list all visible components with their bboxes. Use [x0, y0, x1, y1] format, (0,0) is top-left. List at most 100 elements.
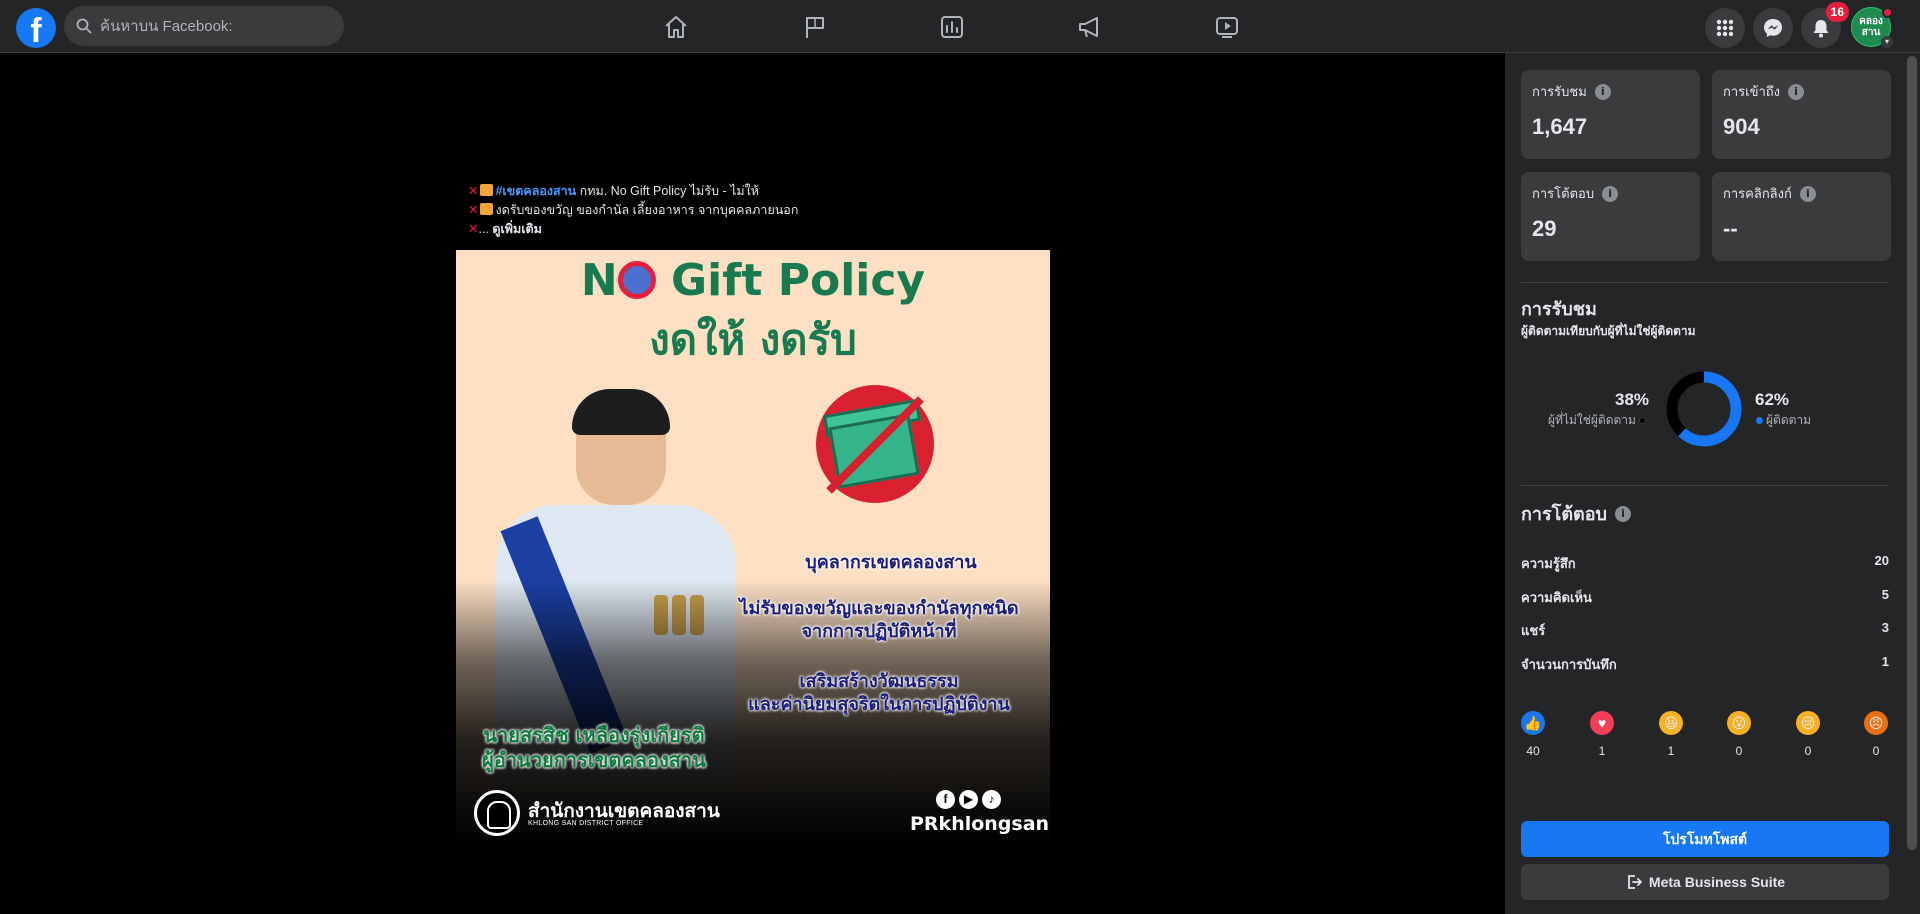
nav-insights[interactable] [896, 0, 1008, 53]
haha-icon: 😆 [1659, 711, 1683, 735]
flag-icon [806, 16, 824, 38]
info-icon[interactable]: i [1788, 83, 1805, 100]
caption-text-2: งดรับของขวัญ ของกำนัล เลี้ยงอาหาร จากบุค… [495, 203, 799, 217]
nav-video[interactable] [1171, 0, 1283, 53]
home-icon [665, 15, 687, 38]
no-gift-icon [617, 261, 656, 299]
engagement-row: ความรู้สึก 20 [1521, 553, 1889, 571]
nav-ads[interactable] [1034, 0, 1146, 53]
engagement-row: จำนวนการบันทึก 1 [1521, 654, 1889, 672]
video-icon [1216, 16, 1238, 38]
insights-icon [941, 15, 963, 38]
promote-post-button[interactable]: โปรโมทโพสต์ [1521, 821, 1889, 857]
reaction-haha: 😆 1 [1656, 711, 1686, 758]
cross-mark-icon: ✕ [468, 184, 479, 198]
stat-card-views: การรับชม i 1,647 [1521, 70, 1700, 159]
facebook-icon: f [936, 790, 955, 809]
youtube-icon: ▶ [959, 790, 978, 809]
engagement-row: ความคิดเห็น 5 [1521, 587, 1889, 605]
stat-card-engagement: การโต้ตอบ i 29 [1521, 172, 1700, 261]
facebook-logo[interactable]: f [16, 8, 56, 48]
gift-icon [480, 184, 494, 196]
legend-dot-black [1638, 417, 1646, 424]
stat-label: การคลิกลิงก์ [1723, 186, 1792, 201]
divider [1521, 485, 1889, 486]
chevron-down-icon[interactable]: ▾ [1881, 36, 1893, 48]
stat-card-reach: การเข้าถึง i 904 [1712, 70, 1891, 159]
social-icons: f ▶ ♪ [936, 790, 1001, 809]
gift-icon [480, 203, 494, 215]
pr-handle: PRkhlongsan [910, 813, 1050, 835]
donut-svg [1666, 371, 1742, 447]
messenger-button[interactable] [1753, 8, 1793, 48]
stat-value: 1,647 [1532, 114, 1588, 139]
stat-value: 904 [1723, 114, 1760, 139]
info-icon[interactable]: i [1799, 185, 1816, 202]
caption-line-3: ✕... ดูเพิ่มเติม [468, 220, 798, 239]
menu-grid-icon [1716, 19, 1734, 37]
poster-line-2: ไม่รับของขวัญและของกำนัลทุกชนิด จากการปฏิ… [739, 598, 1019, 642]
followers-legend: ผู้ติดตาม [1753, 411, 1811, 430]
messenger-icon [1764, 19, 1782, 37]
nav-pages[interactable] [759, 0, 871, 53]
notifications-button[interactable]: 16 [1801, 2, 1849, 48]
non-followers-legend: ผู้ที่ไม่ใช่ผู้ติดตาม [1548, 411, 1649, 430]
wow-icon: 😮 [1727, 711, 1751, 735]
followers-donut-chart [1666, 371, 1742, 447]
reaction-like: 👍 40 [1518, 711, 1548, 758]
office-name-en: KHLONG SAN DISTRICT OFFICE [528, 820, 644, 827]
caption-line-2: ✕ งดรับของขวัญ ของกำนัล เลี้ยงอาหาร จากบุ… [468, 201, 798, 220]
district-seal-icon [474, 790, 520, 836]
stat-value: 29 [1532, 216, 1557, 241]
poster-title: N Gift Policy [456, 256, 1050, 306]
love-icon: ♥ [1590, 711, 1614, 735]
search-box[interactable] [64, 6, 344, 46]
info-icon[interactable]: i [1594, 83, 1611, 100]
poster-line-1: บุคลากรเขตคลองสาน [805, 552, 977, 573]
legend-dot-blue [1756, 417, 1763, 424]
stat-card-link-clicks: การคลิกลิงก์ i -- [1712, 172, 1891, 261]
info-icon[interactable]: i [1614, 505, 1631, 522]
stat-label: การโต้ตอบ [1532, 186, 1595, 201]
search-icon [76, 18, 92, 34]
views-section-title: การรับชม [1521, 299, 1597, 319]
top-navigation-bar: f 16 คลอง สาน ▾ [0, 0, 1920, 53]
poster-title-n: N [580, 255, 618, 306]
external-link-icon [1628, 875, 1642, 889]
see-more-link[interactable]: ดูเพิ่มเติม [492, 222, 542, 236]
reaction-sad: 😢 0 [1793, 711, 1823, 758]
official-name: นายสรสิช เหลืองรุ่งเกียรติ ผู้อำนวยการเขต… [482, 723, 706, 772]
nav-home[interactable] [620, 0, 732, 53]
divider [1521, 282, 1889, 283]
cross-mark-icon: ✕ [468, 203, 479, 217]
cross-mark-icon: ✕ [468, 222, 479, 236]
post-image[interactable]: N Gift Policy งดให้ งดรับ บุคลากรเขตคลอง… [456, 250, 1050, 844]
sad-icon: 😢 [1796, 711, 1820, 735]
meta-business-suite-label: Meta Business Suite [1648, 874, 1786, 890]
like-icon: 👍 [1521, 711, 1545, 735]
followers-percent: 62% [1755, 390, 1790, 409]
reaction-love: ♥ 1 [1587, 711, 1617, 758]
stat-label: การรับชม [1532, 84, 1587, 99]
views-section-subtitle: ผู้ติดตามเทียบกับผู้ที่ไม่ใช่ผู้ติดตาม [1521, 324, 1696, 338]
meta-business-suite-button[interactable]: Meta Business Suite [1521, 864, 1889, 900]
reaction-angry: 😠 0 [1861, 711, 1891, 758]
hashtag-link[interactable]: #เขตคลองสาน [495, 184, 576, 198]
non-followers-percent: 38% [1615, 390, 1650, 409]
profile-label: คลอง สาน [1859, 16, 1883, 38]
poster-title-rest: Gift Policy [655, 255, 926, 306]
info-icon[interactable]: i [1602, 185, 1619, 202]
tiktok-icon: ♪ [982, 790, 1001, 809]
engagement-section-title: การโต้ตอบ i [1521, 499, 1631, 528]
avatar-status-dot [1882, 7, 1893, 18]
crossed-gift-icon [816, 385, 934, 503]
angry-icon: 😠 [1864, 711, 1888, 735]
caption-line-1: ✕ #เขตคลองสาน กทม. No Gift Policy ไม่รับ … [468, 182, 798, 201]
panel-scrollbar[interactable] [1907, 56, 1917, 850]
search-input[interactable] [100, 17, 320, 35]
caption-ellipsis: ... [478, 222, 489, 236]
menu-button[interactable] [1705, 8, 1745, 48]
megaphone-icon [1079, 16, 1098, 37]
reaction-wow: 😮 0 [1724, 711, 1754, 758]
notification-count-badge: 16 [1825, 2, 1849, 22]
